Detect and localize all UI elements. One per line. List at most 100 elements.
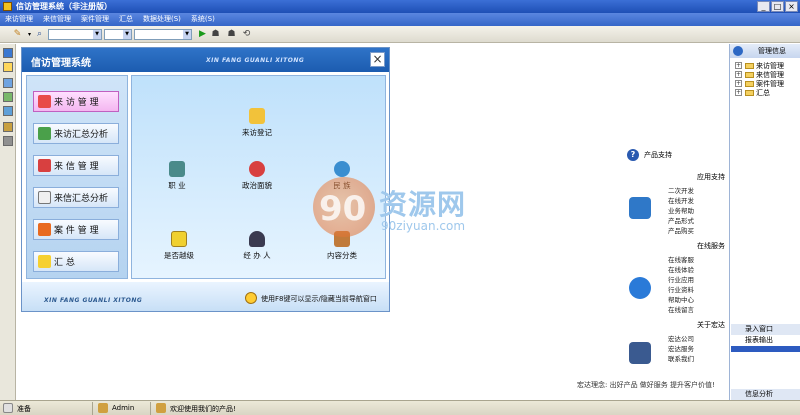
settings-icon[interactable] [3,136,13,146]
menu-data-processing[interactable]: 数据处理(S) [138,13,186,26]
footer-pinyin: XIN FANG GUANLI XITONG [44,297,143,304]
tree-label: 汇总 [756,88,770,97]
link-industry-app[interactable]: 行业应用 [668,274,694,284]
nav-button-label: 案 件 管 理 [54,226,99,236]
expand-icon[interactable]: + [735,62,742,69]
link-purchase[interactable]: 产品购买 [668,225,694,235]
section-app-support: 应用支持 [697,173,725,181]
nav-button-label: 汇 总 [54,258,75,268]
tree-node[interactable]: + 汇总 [735,88,784,97]
selection-bar [731,346,800,352]
main-workspace: 信访管理系统 XIN FANG GUANLI XITONG × 来 访 管 理 … [17,44,728,400]
item-label: 职 业 [168,181,186,190]
refresh-icon[interactable]: ⟲ [241,29,252,40]
menu-letter-management[interactable]: 来信管理 [38,13,76,26]
link-secondary-dev[interactable]: 二次开发 [668,185,694,195]
play-icon[interactable]: ▶ [197,29,208,40]
link-message[interactable]: 在线留言 [668,304,694,314]
user-icon [98,403,108,413]
menu-system[interactable]: 系统(S) [186,13,220,26]
section-about: 关于宏达 [697,321,725,329]
window-title: 信访管理系统（非注册版） [16,2,112,11]
item-political[interactable]: 政治面貌 [233,161,281,191]
status-user: Admin [112,404,135,412]
left-icon-strip [0,44,16,400]
nav-letter-management-button[interactable]: 来 信 管 理 [33,155,119,176]
item-handler[interactable]: 经 办 人 [237,231,277,261]
pencil-icon[interactable]: ✎ [12,29,23,40]
menu-summary[interactable]: 汇总 [114,13,138,26]
item-label: 来访登记 [242,128,272,137]
users-icon[interactable] [3,122,13,132]
monitor-icon [629,342,651,364]
chevron-down-icon: ▼ [123,30,131,39]
item-visit-register[interactable]: 来访登记 [237,108,277,138]
link-help-center[interactable]: 帮助中心 [668,294,694,304]
link-online-service[interactable]: 在线客服 [668,254,694,264]
item-occupation[interactable]: 职 业 [157,161,197,191]
menu-visit-management[interactable]: 来访管理 [0,13,38,26]
nav-case-management-button[interactable]: 案 件 管 理 [33,219,119,240]
right-panel: 管理信息 + 来访管理 + 来信管理 + 案件管理 + 汇总 录入窗口 报表输出 信息分… [729,44,800,400]
navigation-header: 信访管理系统 XIN FANG GUANLI XITONG × [22,48,389,72]
link-service[interactable]: 宏达服务 [668,343,694,353]
report-output-button[interactable]: 报表输出 [731,335,800,346]
toolbar-combo-2[interactable]: ▼ [104,29,132,40]
management-tree: + 来访管理 + 来信管理 + 案件管理 + 汇总 [735,61,784,97]
nav-summary-button[interactable]: 汇 总 [33,251,119,272]
toolbar-combo-1[interactable]: ▼ [48,29,102,40]
expand-icon[interactable]: + [735,89,742,96]
close-button[interactable]: × [785,1,798,12]
nav-visit-analysis-button[interactable]: 来访汇总分析 [33,123,119,144]
entry-window-button[interactable]: 录入窗口 [731,324,800,335]
navigation-menu: 来 访 管 理 来访汇总分析 来 信 管 理 来信汇总分析 案 件 管 理 汇 [26,75,128,279]
close-icon[interactable]: × [370,52,385,67]
status-ready: 准备 [17,405,31,413]
expand-icon[interactable]: + [735,80,742,87]
link-online-dev[interactable]: 在线开发 [668,195,694,205]
globe-icon [334,161,350,177]
watermark-logo-text: 90 [319,189,367,229]
link-contact[interactable]: 联系我们 [668,353,694,363]
window-icon[interactable] [3,48,13,58]
title-bar: 信访管理系统（非注册版） _ □ × [0,0,800,13]
footer-tip: 使用F8键可以显示/隐藏当前导航窗口 [261,295,377,303]
link-business-help[interactable]: 业务帮助 [668,205,694,215]
maximize-button[interactable]: □ [771,1,784,12]
users-icon[interactable]: ☗ [210,29,221,40]
item-repeat[interactable]: 是否越级 [157,231,201,261]
item-label: 经 办 人 [243,251,271,260]
folder-icon [745,89,754,96]
occupation-icon [169,161,185,177]
link-product-form[interactable]: 产品形式 [668,215,694,225]
minimize-button[interactable]: _ [757,1,770,12]
report-icon[interactable] [3,106,13,116]
bulb-icon [245,292,257,304]
user-icon [249,231,265,247]
app-icon [3,2,12,11]
company-slogan: 宏达理念: 出好产品 做好服务 提升客户价值! [577,381,715,389]
visit-icon [38,95,51,108]
nav-letter-analysis-button[interactable]: 来信汇总分析 [33,187,119,208]
menu-case-management[interactable]: 案件管理 [76,13,114,26]
watermark-url: 90ziyuan.com [381,219,466,233]
link-industry-data[interactable]: 行业资料 [668,284,694,294]
navigation-footer: XIN FANG GUANLI XITONG 使用F8键可以显示/隐藏当前导航窗… [22,282,389,311]
status-icon [3,403,13,413]
search-icon[interactable]: ⌕ [34,29,45,40]
expand-icon[interactable]: + [735,71,742,78]
folder-icon [745,62,754,69]
nav-button-label: 来访汇总分析 [54,130,109,140]
sheet-icon[interactable] [3,92,13,102]
info-analysis-button[interactable]: 信息分析 [731,389,800,400]
form-icon[interactable] [3,78,13,88]
arrow-icon [629,197,651,219]
link-company[interactable]: 宏达公司 [668,333,694,343]
tools-icon[interactable] [3,62,13,72]
link-online-trial[interactable]: 在线体验 [668,264,694,274]
nav-visit-management-button[interactable]: 来 访 管 理 [33,91,119,112]
chevron-down-icon: ▼ [93,30,101,39]
info-icon [733,46,743,56]
toolbar-combo-3[interactable]: ▼ [134,29,192,40]
user-search-icon[interactable]: ☗ [226,29,237,40]
